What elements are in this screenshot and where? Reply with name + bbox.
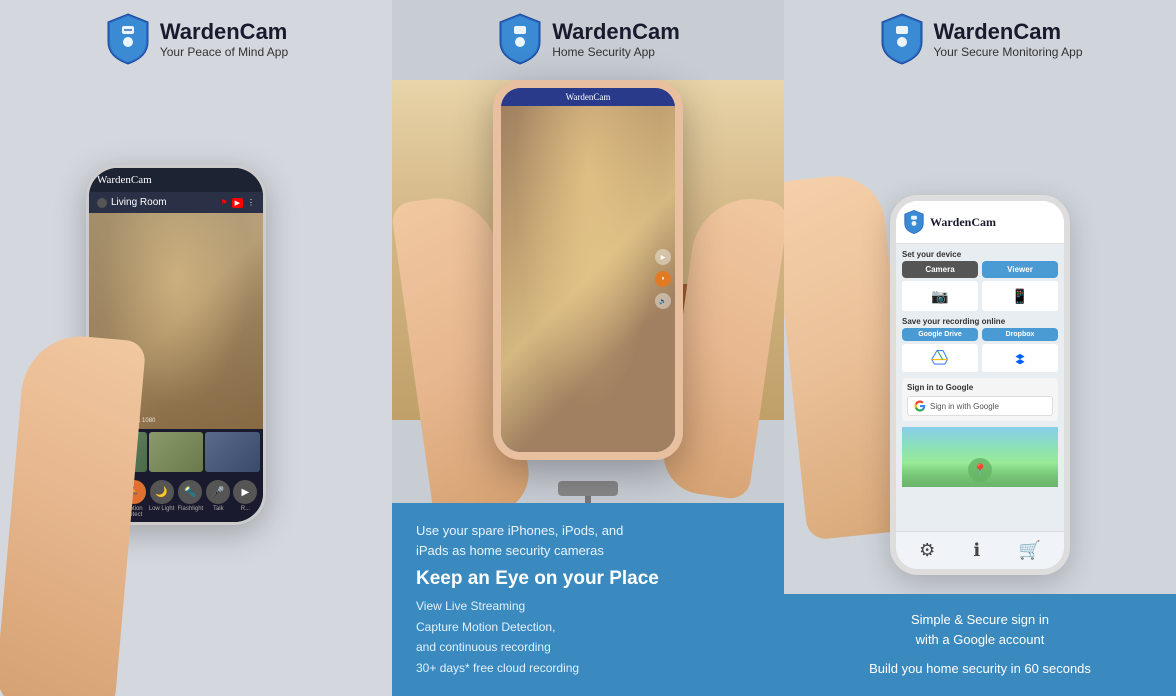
cloud-buttons: Google Drive Dropbox (902, 328, 1058, 341)
left-screen-title: WardenCam (97, 174, 152, 186)
left-titlebar: WardenCam (89, 168, 263, 192)
left-shield-icon (104, 12, 152, 66)
signin-section: Sign in to Google Sign in with Google (902, 378, 1058, 421)
viewer-button[interactable]: Viewer (982, 261, 1058, 278)
device-icons: 📷 📱 (902, 281, 1058, 311)
right-info-text-1: Simple & Secure sign inwith a Google acc… (804, 610, 1156, 652)
cloud-icons (902, 344, 1058, 372)
dropbox-button[interactable]: Dropbox (982, 328, 1058, 341)
left-header: WardenCam Your Peace of Mind App (94, 0, 298, 74)
info-detail: View Live Streaming Capture Motion Detec… (416, 596, 760, 678)
center-app-name: WardenCam (552, 19, 680, 45)
device-buttons: Camera Viewer (902, 261, 1058, 278)
right-app-header: WardenCam (896, 201, 1064, 244)
center-shield-icon (496, 12, 544, 66)
more-btn[interactable]: ▶ R... (233, 480, 257, 512)
info-icon[interactable]: ℹ (973, 540, 980, 561)
camera-button[interactable]: Camera (902, 261, 978, 278)
right-content: Set your device Camera Viewer 📷 📱 (896, 244, 1064, 531)
right-bottom-bar: ⚙ ℹ 🛒 (896, 531, 1064, 569)
more-icon: ▶ (233, 480, 257, 504)
youtube-icon: ▶ (232, 198, 243, 208)
gdrive-button[interactable]: Google Drive (902, 328, 978, 341)
right-phone-screen: WardenCam Set your device Camera Viewer (896, 201, 1064, 569)
talk-btn[interactable]: 🎤 Talk (206, 480, 230, 512)
center-phone-screen: WardenCam ▶ ⏸ 🔊 (501, 88, 675, 452)
right-header: WardenCam Your Secure Monitoring App (868, 0, 1093, 74)
ctrl-1[interactable]: ▶ (655, 249, 671, 265)
right-tagline: Your Secure Monitoring App (934, 45, 1083, 59)
set-device-section: Set your device Camera Viewer 📷 📱 (902, 250, 1058, 311)
center-controls: ▶ ⏸ 🔊 (655, 249, 671, 309)
camera-icon-box: 📷 (902, 281, 978, 311)
viewer-icon-box: 📱 (982, 281, 1058, 311)
right-logo-text: WardenCam Your Secure Monitoring App (934, 19, 1083, 59)
info-intro: Use your spare iPhones, iPods, andiPads … (416, 521, 760, 560)
left-hand (0, 331, 146, 696)
ctrl-3[interactable]: 🔊 (655, 293, 671, 309)
left-tagline: Your Peace of Mind App (160, 45, 288, 59)
right-app-name: WardenCam (934, 19, 1083, 45)
thumb-3 (205, 432, 260, 472)
signin-label: Sign in to Google (907, 383, 1053, 392)
flashlight-btn[interactable]: 🔦 Flashlight (178, 480, 204, 512)
center-info-box: Use your spare iPhones, iPods, andiPads … (392, 503, 784, 696)
flashlight-icon: 🔦 (178, 480, 202, 504)
right-shield-icon (878, 12, 926, 66)
google-signin-button[interactable]: Sign in with Google (907, 396, 1053, 416)
right-phone-frame: WardenCam Set your device Camera Viewer (890, 195, 1070, 575)
center-phone-frame: WardenCam ▶ ⏸ 🔊 (493, 80, 683, 460)
left-logo-text: WardenCam Your Peace of Mind App (160, 19, 288, 59)
save-recording-section: Save your recording online Google Drive … (902, 317, 1058, 372)
left-panel: WardenCam Your Peace of Mind App WardenC… (0, 0, 392, 696)
low-light-btn[interactable]: 🌙 Low Light (149, 480, 175, 512)
center-tagline: Home Security App (552, 45, 680, 59)
ctrl-2[interactable]: ⏸ (655, 271, 671, 287)
set-device-label: Set your device (902, 250, 1058, 259)
cart-icon[interactable]: 🛒 (1018, 540, 1040, 561)
location-icon: 📍 (968, 458, 992, 482)
info-headline: Keep an Eye on your Place (416, 568, 760, 590)
google-icon (914, 400, 926, 412)
center-titlebar: WardenCam (501, 88, 675, 106)
thumb-2 (149, 432, 204, 472)
settings-icon[interactable]: ⚙ (919, 540, 935, 561)
outdoor-photo: 📍 (902, 427, 1058, 487)
left-room-icons: ⚑ ▶ ⋮ (220, 198, 255, 208)
left-room-bar: Living Room ⚑ ▶ ⋮ (89, 192, 263, 213)
moon-icon: 🌙 (150, 480, 174, 504)
right-info-text-2: Build you home security in 60 seconds (804, 659, 1156, 680)
right-screen-shield (902, 209, 926, 235)
right-info-box: Simple & Secure sign inwith a Google acc… (784, 594, 1176, 696)
right-phone-container: WardenCam Set your device Camera Viewer (890, 195, 1070, 575)
talk-icon: 🎤 (206, 480, 230, 504)
center-feed: ▶ ⏸ 🔊 (501, 106, 675, 452)
dropbox-icon (982, 344, 1058, 372)
center-panel: WardenCam Home Security App WardenCam ▶ … (392, 0, 784, 696)
save-recording-label: Save your recording online (902, 317, 1058, 326)
tripod-head (558, 481, 618, 496)
center-header: WardenCam Home Security App (486, 0, 690, 74)
left-phone-wrapper: WardenCam Living Room ⚑ ▶ ⋮ (0, 74, 392, 696)
gdrive-icon (902, 344, 978, 372)
center-phone-wrapper: WardenCam ▶ ⏸ 🔊 (493, 80, 683, 460)
left-app-name: WardenCam (160, 19, 288, 45)
right-screen-title: WardenCam (930, 215, 996, 230)
left-room-label: Living Room (97, 197, 167, 208)
right-panel: WardenCam Your Secure Monitoring App (784, 0, 1176, 696)
center-screen-title: WardenCam (507, 92, 669, 102)
google-signin-text: Sign in with Google (930, 402, 999, 411)
center-logo-text: WardenCam Home Security App (552, 19, 680, 59)
